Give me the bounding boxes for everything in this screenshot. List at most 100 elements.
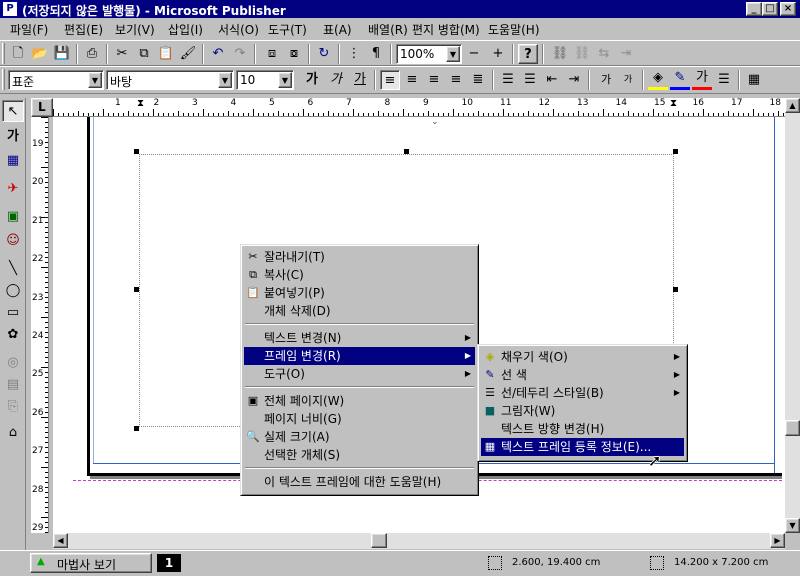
menu-item[interactable]: 프레임 변경(R) ▶ xyxy=(244,347,475,365)
scroll-left-icon[interactable]: ◀ xyxy=(53,533,68,548)
menu-7[interactable]: 배열(R) xyxy=(368,21,408,38)
grow-font-button[interactable]: 가 xyxy=(596,70,616,90)
chevron-down-icon[interactable]: ▼ xyxy=(88,72,102,88)
menu-item[interactable]: ✎ 선 색 ▶ xyxy=(481,366,684,384)
bullets-icon[interactable]: ☰ xyxy=(520,70,540,90)
menu-item[interactable]: 🔍 실제 크기(A) xyxy=(244,428,475,446)
menu-9[interactable]: 도움말(H) xyxy=(488,21,540,38)
line-color-icon[interactable]: ✎ xyxy=(670,70,690,90)
menu-item[interactable]: ◈ 채우기 색(O) ▶ xyxy=(481,348,684,366)
picture-tool-icon[interactable]: ▣ xyxy=(2,206,24,228)
clipart-tool-icon[interactable]: ☺ xyxy=(2,230,24,252)
selection-handle[interactable] xyxy=(404,149,409,154)
chevron-down-icon[interactable]: ▼ xyxy=(446,46,460,62)
menu-item[interactable]: ☰ 선/테두리 스타일(B) ▶ xyxy=(481,384,684,402)
undo-icon[interactable]: ↶ xyxy=(208,44,228,64)
selection-handle[interactable] xyxy=(134,149,139,154)
custom-shape-icon[interactable]: ✿ xyxy=(2,324,24,346)
paragraph-icon[interactable]: ¶ xyxy=(366,44,386,64)
open-icon[interactable]: 📂 xyxy=(30,44,50,64)
selection-handle[interactable] xyxy=(673,287,678,292)
menu-item[interactable]: ✂ 잘라내기(T) xyxy=(244,248,475,266)
menu-item[interactable]: 도구(O) ▶ xyxy=(244,365,475,383)
menu-1[interactable]: 편집(E) xyxy=(64,21,103,38)
page-navigator[interactable]: 1 xyxy=(157,554,181,572)
chevron-down-icon[interactable]: ▼ xyxy=(218,72,232,88)
font-size-combo[interactable]: 10 ▼ xyxy=(236,70,294,90)
close-button[interactable]: × xyxy=(780,2,796,16)
italic-button[interactable]: 가 xyxy=(326,70,346,90)
menu-item[interactable]: ■ 그림자(W) xyxy=(481,402,684,420)
new-icon[interactable]: 🗋 xyxy=(8,44,28,64)
distribute-icon[interactable]: ≣ xyxy=(468,70,488,90)
menu-item[interactable]: 선택한 개체(S) xyxy=(244,446,475,464)
maximize-button[interactable]: □ xyxy=(762,2,778,16)
link-icon[interactable]: ⛓ xyxy=(550,44,570,64)
horizontal-ruler[interactable]: 12345678910111213141516171819⧗⧗ xyxy=(53,98,785,117)
vertical-scrollbar[interactable]: ▲ ▼ xyxy=(785,98,800,533)
menu-item[interactable]: ⧉ 복사(C) xyxy=(244,266,475,284)
chevron-down-icon[interactable]: ▼ xyxy=(278,72,292,88)
design-gallery-icon[interactable]: ◎ xyxy=(2,352,24,374)
menu-item[interactable]: 📋 붙여넣기(P) xyxy=(244,284,475,302)
bring-front-icon[interactable]: ⧈ xyxy=(262,44,282,64)
scroll-thumb[interactable] xyxy=(371,533,387,548)
line-tool-icon[interactable]: ╲ xyxy=(2,258,24,280)
menu-6[interactable]: 표(A) xyxy=(323,21,352,38)
right-indent-marker-icon[interactable]: ⧗ xyxy=(670,98,677,109)
align-center-icon[interactable]: ≡ xyxy=(402,70,422,90)
selection-handle[interactable] xyxy=(134,426,139,431)
send-back-icon[interactable]: ⧇ xyxy=(284,44,304,64)
bold-button[interactable]: 가 xyxy=(302,70,322,90)
ruler-corner[interactable]: L xyxy=(31,98,53,117)
shrink-font-button[interactable]: 가 xyxy=(618,70,638,90)
decrease-indent-icon[interactable]: ⇤ xyxy=(542,70,562,90)
menu-item[interactable]: 텍스트 방향 변경(H) xyxy=(481,420,684,438)
vertical-ruler[interactable]: 19 20 21 22 23 24 25 26 27 28 29 xyxy=(31,117,49,533)
scroll-up-icon[interactable]: ▲ xyxy=(785,98,800,113)
table-tool-icon[interactable]: ▦ xyxy=(2,150,24,172)
wizard-view-button[interactable]: ▲ 마법사 보기 xyxy=(30,553,152,573)
copy-icon[interactable]: ⧉ xyxy=(134,44,154,64)
html-code-icon[interactable]: ⎘ xyxy=(2,396,24,418)
format-painter-icon[interactable]: 🖌 xyxy=(178,44,198,64)
scroll-right-icon[interactable]: ▶ xyxy=(770,533,785,548)
style-combo[interactable]: 표준 ▼ xyxy=(8,70,104,90)
guides-icon[interactable]: ⋮ xyxy=(344,44,364,64)
menu-3[interactable]: 삽입(I) xyxy=(168,21,203,38)
menu-item[interactable]: 페이지 너비(G) xyxy=(244,410,475,428)
oval-tool-icon[interactable]: ◯ xyxy=(2,280,24,302)
justify-icon[interactable]: ≡ xyxy=(446,70,466,90)
numbering-icon[interactable]: ☰ xyxy=(498,70,518,90)
underline-button[interactable]: 가 xyxy=(350,70,370,90)
zoom-combo[interactable]: 100% ▼ xyxy=(396,44,462,64)
cut-icon[interactable]: ✂ xyxy=(112,44,132,64)
menu-item[interactable]: 개체 삭제(D) xyxy=(244,302,475,320)
rectangle-tool-icon[interactable]: ▭ xyxy=(2,302,24,324)
wordart-tool-icon[interactable]: ✈ xyxy=(2,178,24,200)
menu-item[interactable]: 이 텍스트 프레임에 대한 도움말(H) xyxy=(244,473,475,491)
indent-marker-icon[interactable]: ⧗ xyxy=(137,98,144,109)
scroll-thumb[interactable] xyxy=(785,420,800,436)
form-control-icon[interactable]: ▤ xyxy=(2,374,24,396)
rotate-icon[interactable]: ↻ xyxy=(314,44,334,64)
scroll-down-icon[interactable]: ▼ xyxy=(785,518,800,533)
frame-properties-icon[interactable]: ▦ xyxy=(744,70,764,90)
save-icon[interactable]: 💾 xyxy=(52,44,72,64)
font-combo[interactable]: 바탕 ▼ xyxy=(106,70,234,90)
selection-handle[interactable] xyxy=(673,149,678,154)
align-left-icon[interactable]: ≡ xyxy=(380,70,400,90)
help-icon[interactable]: ? xyxy=(518,44,538,64)
horizontal-scrollbar[interactable]: ◀ ▶ xyxy=(53,533,785,549)
gallery-object-icon[interactable]: ⌂ xyxy=(2,422,24,444)
redo-icon[interactable]: ↷ xyxy=(230,44,250,64)
menu-2[interactable]: 보기(V) xyxy=(115,21,155,38)
next-frame-icon[interactable]: ⇥ xyxy=(616,44,636,64)
minimize-button[interactable]: _ xyxy=(746,2,762,16)
font-color-button[interactable]: 가 xyxy=(692,70,712,90)
connect-frames-icon[interactable]: ⇆ xyxy=(594,44,614,64)
menu-item[interactable]: 텍스트 변경(N) ▶ xyxy=(244,329,475,347)
menu-4[interactable]: 서식(O) xyxy=(218,21,259,38)
align-right-icon[interactable]: ≡ xyxy=(424,70,444,90)
text-tool-icon[interactable]: 가 xyxy=(2,126,24,148)
